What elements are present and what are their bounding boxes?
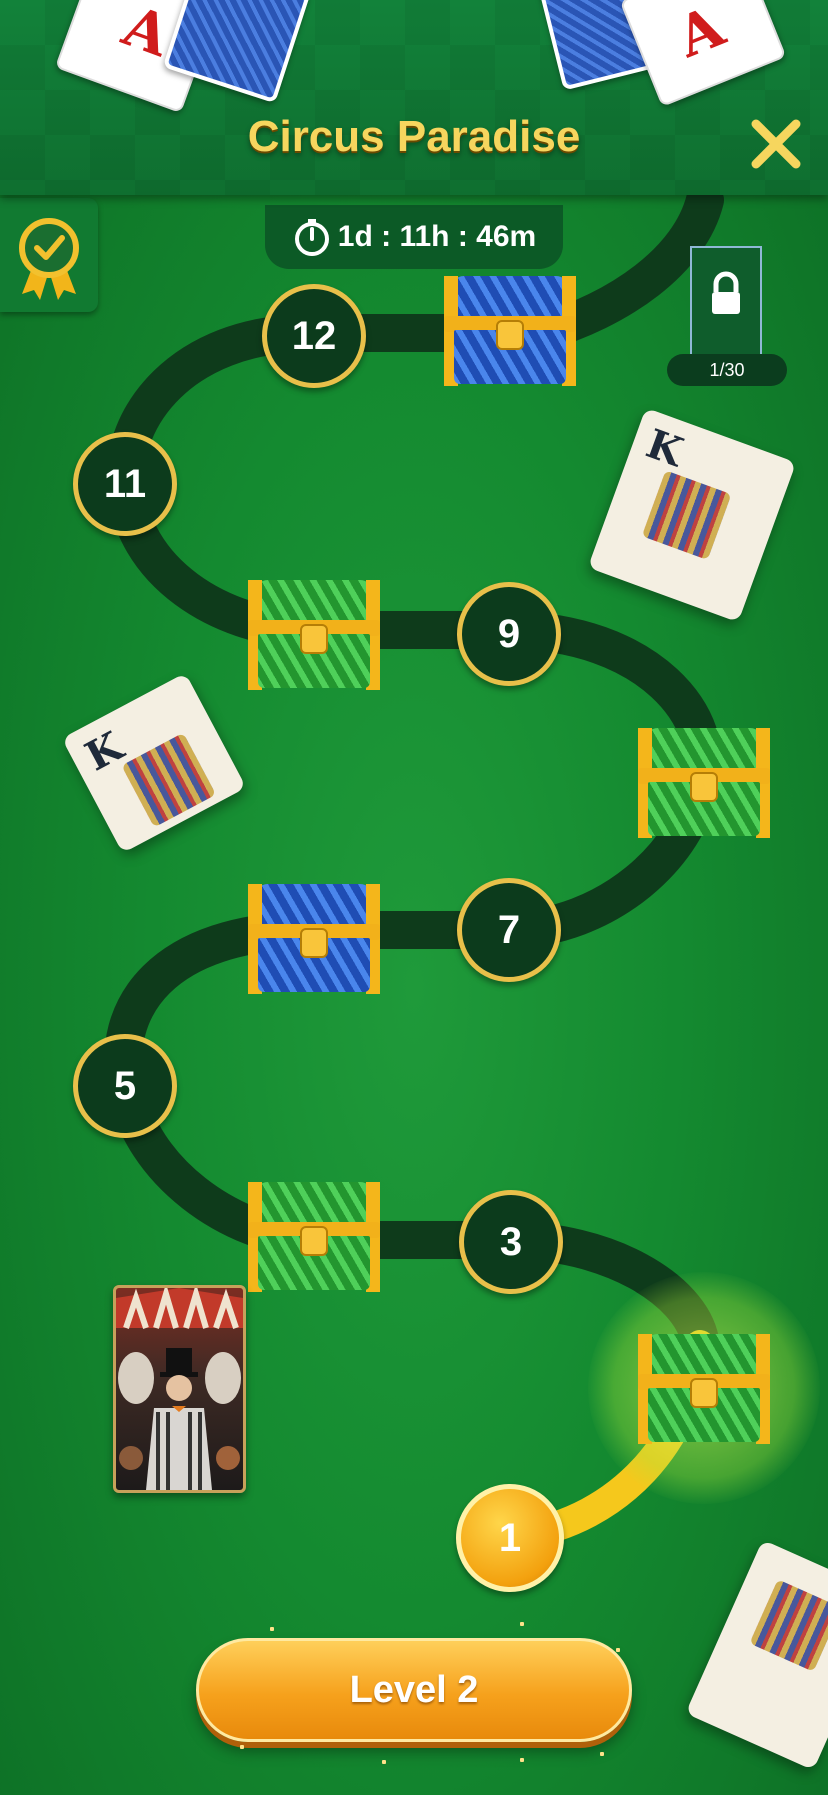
level-node-11[interactable]: 11 (73, 432, 177, 536)
chest-lock-icon (690, 1378, 718, 1408)
check-ribbon-icon (19, 218, 79, 300)
level-node-7[interactable]: 7 (457, 878, 561, 982)
page-title: Circus Paradise (247, 112, 581, 161)
event-timer: 1d : 11h : 46m (265, 205, 563, 269)
chest-lock-icon (300, 624, 328, 654)
sparkle (382, 1760, 386, 1764)
level-node-9[interactable]: 9 (457, 582, 561, 686)
close-button[interactable] (748, 116, 804, 172)
treasure-chest-blue[interactable] (248, 884, 380, 994)
treasure-chest-green[interactable] (248, 1182, 380, 1292)
chest-lock-icon (496, 320, 524, 350)
sparkle (240, 1745, 244, 1749)
treasure-chest-green[interactable] (248, 580, 380, 690)
chest-lid (254, 884, 374, 928)
play-level-button[interactable]: Level 2 (196, 1638, 632, 1742)
chest-lid (644, 1334, 764, 1378)
chest-lock-icon (300, 928, 328, 958)
sparkle (270, 1627, 274, 1631)
chest-lock-icon (690, 772, 718, 802)
treasure-chest-blue[interactable] (444, 276, 576, 386)
level-node-12[interactable]: 12 (262, 284, 366, 388)
card-art (641, 470, 732, 561)
chest-lid (254, 1182, 374, 1226)
chest-lid (644, 728, 764, 772)
treasure-chest-green[interactable] (638, 728, 770, 838)
card-rank: A (668, 0, 734, 71)
level-node-3[interactable]: 3 (459, 1190, 563, 1294)
sparkle (616, 1648, 620, 1652)
chest-lock-icon (300, 1226, 328, 1256)
locked-reward-slot[interactable] (690, 246, 762, 356)
card-rank: K (640, 420, 689, 477)
stopwatch-icon (294, 219, 329, 256)
card-art (749, 1579, 828, 1672)
achievements-button[interactable] (0, 198, 98, 312)
close-icon (751, 119, 801, 169)
timer-text: 1d : 11h : 46m (337, 220, 537, 253)
level-node-5[interactable]: 5 (73, 1034, 177, 1138)
card-rank: K (77, 722, 131, 781)
treasure-chest-green-next[interactable] (638, 1334, 770, 1444)
level-node-1-current[interactable]: 1 (456, 1484, 564, 1592)
sparkle (600, 1752, 604, 1756)
sparkle (520, 1758, 524, 1762)
circus-ringmaster-card[interactable] (113, 1285, 246, 1493)
chest-lid (450, 276, 570, 320)
sparkle (520, 1622, 524, 1626)
reward-progress: 1/30 (667, 354, 787, 386)
padlock-icon (712, 271, 740, 314)
header-bar: A A Circus Paradise (0, 0, 828, 195)
ringmaster-portrait (116, 1288, 243, 1490)
chest-lid (254, 580, 374, 624)
